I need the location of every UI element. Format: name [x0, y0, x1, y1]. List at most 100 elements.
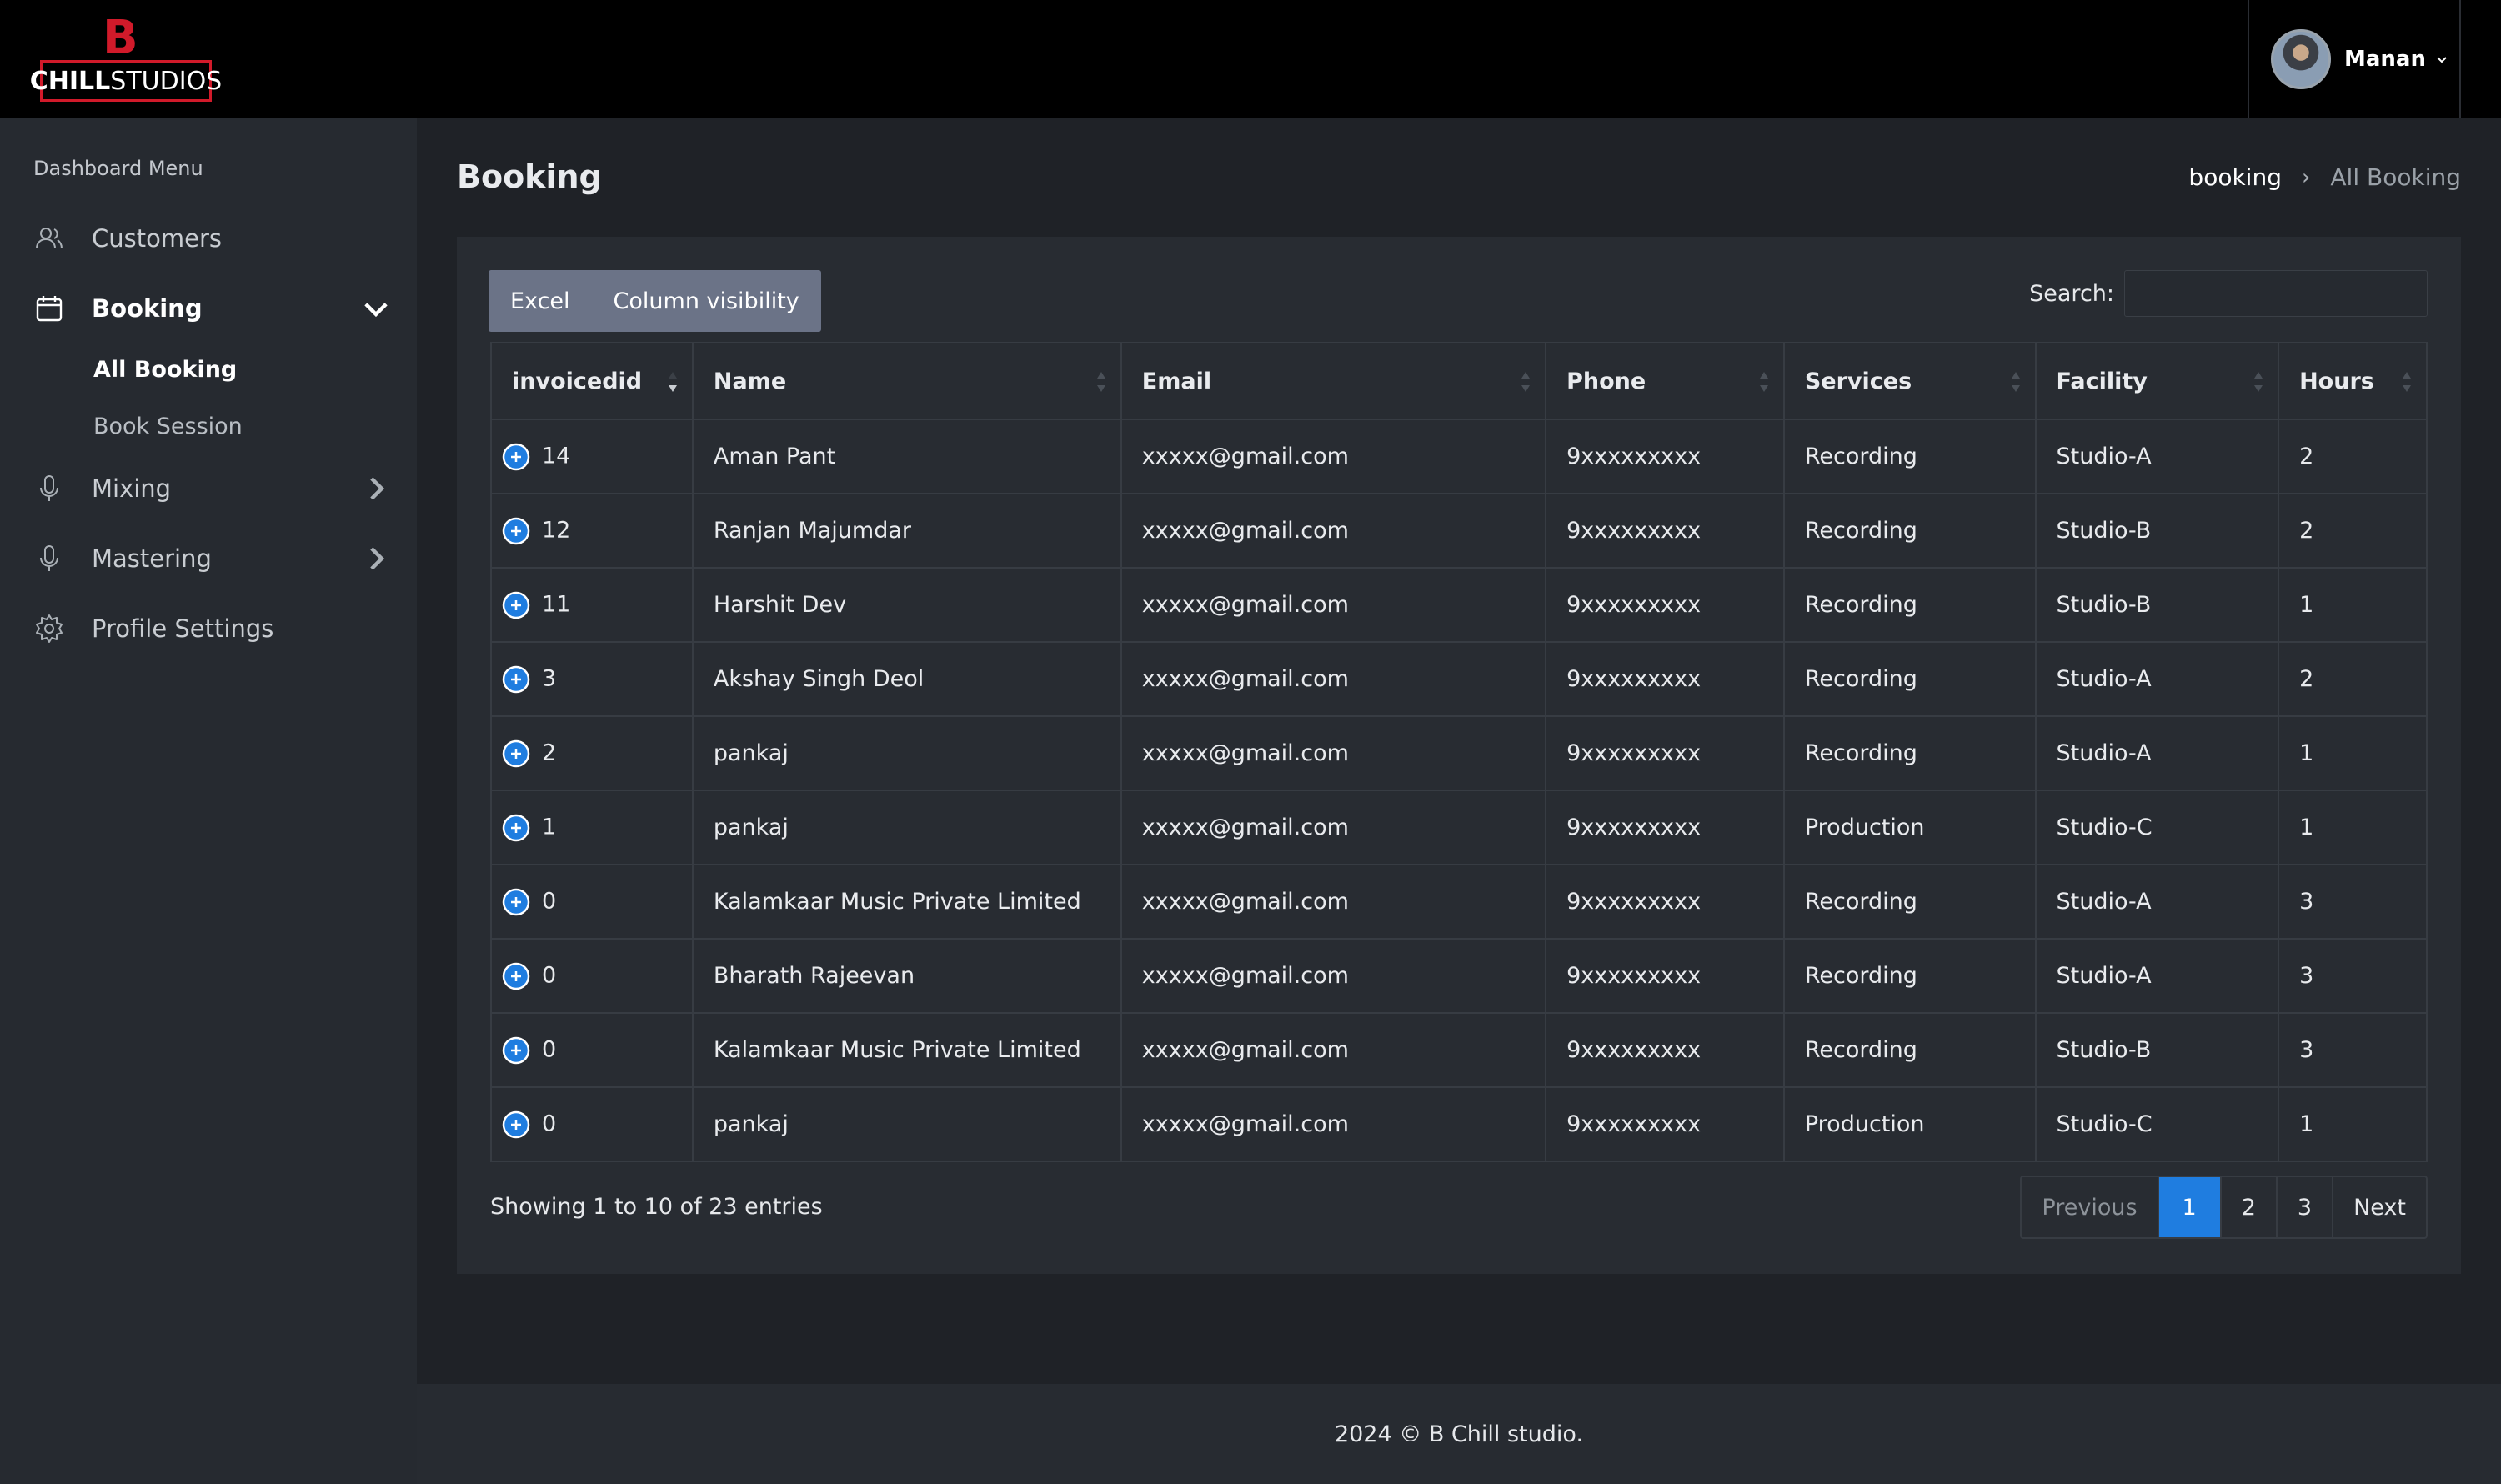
sidebar-item-mastering[interactable]: Mastering	[33, 535, 392, 582]
cell-value: Recording	[1804, 666, 1917, 692]
column-header-label: invoicedid	[512, 368, 643, 394]
bookings-table: invoicedid Name Email Phone Services Facility…	[490, 342, 2428, 1162]
cell-value: 1	[2299, 740, 2314, 766]
cell-value: pankaj	[713, 1111, 789, 1137]
table-cell: Studio-B	[2034, 1012, 2280, 1088]
cell-value: pankaj	[713, 815, 789, 840]
pagination-page-2[interactable]: 2	[2219, 1177, 2276, 1237]
table-cell: xxxxx@gmail.com	[1120, 1086, 1547, 1162]
brand-logo[interactable]: B CHILL STUDIOS	[30, 11, 222, 102]
table-row[interactable]: 0 Kalamkaar Music Private Limited xxxxx@gm…	[490, 864, 2428, 940]
table-row[interactable]: 2 pankaj xxxxx@gmail.com 9xxxxxxxxx Recordin…	[490, 715, 2428, 791]
chevron-right-icon	[370, 547, 385, 570]
table-row[interactable]: 11 Harshit Dev xxxxx@gmail.com 9xxxxxxxxx Re…	[490, 567, 2428, 643]
expand-row-icon[interactable]	[502, 591, 530, 619]
table-row[interactable]: 0 pankaj xxxxx@gmail.com 9xxxxxxxxx Producti…	[490, 1086, 2428, 1162]
table-cell: Recording	[1782, 493, 2037, 569]
microphone-icon	[40, 545, 58, 571]
search-box: Search:	[2029, 270, 2428, 317]
table-cell: Harshit Dev	[691, 567, 1122, 643]
user-menu[interactable]: Manan	[2248, 0, 2461, 118]
column-header-hours[interactable]: Hours	[2278, 342, 2428, 420]
column-visibility-button[interactable]: Column visibility	[592, 270, 821, 332]
cell-value: Studio-A	[2056, 889, 2152, 915]
cell-value: xxxxx@gmail.com	[1141, 444, 1349, 469]
cell-value: Akshay Singh Deol	[713, 666, 925, 692]
sidebar-item-booking[interactable]: Booking	[33, 285, 392, 332]
expand-row-icon[interactable]	[502, 1036, 530, 1065]
column-header-name[interactable]: Name	[691, 342, 1122, 420]
column-header-phone[interactable]: Phone	[1545, 342, 1785, 420]
cell-value: xxxxx@gmail.com	[1141, 889, 1349, 915]
table-cell: 3	[2278, 1012, 2428, 1088]
expand-row-icon[interactable]	[502, 739, 530, 768]
sort-icon	[668, 372, 677, 392]
cell-value: Studio-A	[2056, 666, 2152, 692]
cell-value: 3	[2299, 1037, 2314, 1063]
table-cell: xxxxx@gmail.com	[1120, 715, 1547, 791]
cell-value: 2	[2299, 666, 2314, 692]
cell-value: 0	[542, 1110, 557, 1136]
cell-value: 12	[542, 517, 571, 543]
expand-row-icon[interactable]	[502, 814, 530, 842]
table-cell: 9xxxxxxxxx	[1545, 864, 1785, 940]
cell-value: Ranjan Majumdar	[713, 518, 911, 544]
expand-row-icon[interactable]	[502, 1110, 530, 1139]
sidebar-item-profile-settings[interactable]: Profile Settings	[33, 605, 392, 652]
cell-value: 9xxxxxxxxx	[1566, 1037, 1702, 1063]
table-cell: 9xxxxxxxxx	[1545, 1012, 1785, 1088]
sort-icon	[2254, 372, 2263, 392]
table-cell: 0	[490, 864, 694, 940]
sort-icon	[2403, 372, 2411, 392]
table-cell: 0	[490, 1012, 694, 1088]
pagination-page-1[interactable]: 1	[2157, 1177, 2220, 1237]
table-row[interactable]: 0 Bharath Rajeevan xxxxx@gmail.com 9xxxxxxx…	[490, 938, 2428, 1014]
cell-value: Kalamkaar Music Private Limited	[713, 1037, 1081, 1063]
pagination-previous-button[interactable]: Previous	[2022, 1177, 2157, 1237]
cell-value: xxxxx@gmail.com	[1141, 963, 1349, 989]
cell-value: xxxxx@gmail.com	[1141, 1111, 1349, 1137]
table-row[interactable]: 1 pankaj xxxxx@gmail.com 9xxxxxxxxx Producti…	[490, 790, 2428, 865]
cell-value: 2	[2299, 518, 2314, 544]
table-cell: 1	[2278, 715, 2428, 791]
expand-row-icon[interactable]	[502, 517, 530, 545]
table-cell: Recording	[1782, 567, 2037, 643]
table-cell: Aman Pant	[691, 419, 1122, 494]
sidebar-item-customers[interactable]: Customers	[33, 215, 392, 262]
table-cell: 9xxxxxxxxx	[1545, 567, 1785, 643]
table-cell: 2	[2278, 493, 2428, 569]
cell-value: 3	[542, 665, 557, 691]
footer-text: 2024 © B Chill studio.	[1334, 1421, 1584, 1447]
avatar[interactable]	[2271, 29, 2331, 89]
column-header-facility[interactable]: Facility	[2034, 342, 2280, 420]
cell-value: Recording	[1804, 963, 1917, 989]
sidebar-item-mixing[interactable]: Mixing	[33, 465, 392, 512]
expand-row-icon[interactable]	[502, 443, 530, 471]
pagination: Previous 1 2 3 Next	[2020, 1176, 2428, 1239]
sort-icon	[1521, 372, 1531, 392]
cell-value: 9xxxxxxxxx	[1566, 963, 1702, 989]
cell-value: Studio-C	[2056, 1111, 2153, 1137]
cell-value: Studio-B	[2056, 592, 2152, 618]
top-bar: B CHILL STUDIOS Manan	[0, 0, 2501, 118]
logo-letter: B	[103, 11, 138, 65]
table-row[interactable]: 0 Kalamkaar Music Private Limited xxxxx@gm…	[490, 1012, 2428, 1088]
expand-row-icon[interactable]	[502, 888, 530, 916]
column-header-invoicedid[interactable]: invoicedid	[490, 342, 694, 420]
sidebar-subitem-book-session[interactable]: Book Session	[93, 414, 243, 439]
pagination-page-3[interactable]: 3	[2275, 1177, 2332, 1237]
table-row[interactable]: 3 Akshay Singh Deol xxxxx@gmail.com 9xxxxxx…	[490, 641, 2428, 717]
sidebar-subitem-all-booking[interactable]: All Booking	[93, 357, 237, 383]
column-header-services[interactable]: Services	[1782, 342, 2037, 420]
microphone-icon	[40, 475, 58, 501]
pagination-next-button[interactable]: Next	[2332, 1177, 2426, 1237]
breadcrumb-link-booking[interactable]: booking	[2188, 163, 2282, 191]
search-input[interactable]	[2124, 270, 2428, 317]
column-header-email[interactable]: Email	[1120, 342, 1547, 420]
table-row[interactable]: 14 Aman Pant xxxxx@gmail.com 9xxxxxxxxx Reco…	[490, 419, 2428, 494]
table-row[interactable]: 12 Ranjan Majumdar xxxxx@gmail.com 9xxxxxxx…	[490, 493, 2428, 569]
expand-row-icon[interactable]	[502, 962, 530, 990]
cell-value: 2	[2299, 444, 2314, 469]
excel-button[interactable]: Excel	[489, 270, 592, 332]
expand-row-icon[interactable]	[502, 665, 530, 694]
